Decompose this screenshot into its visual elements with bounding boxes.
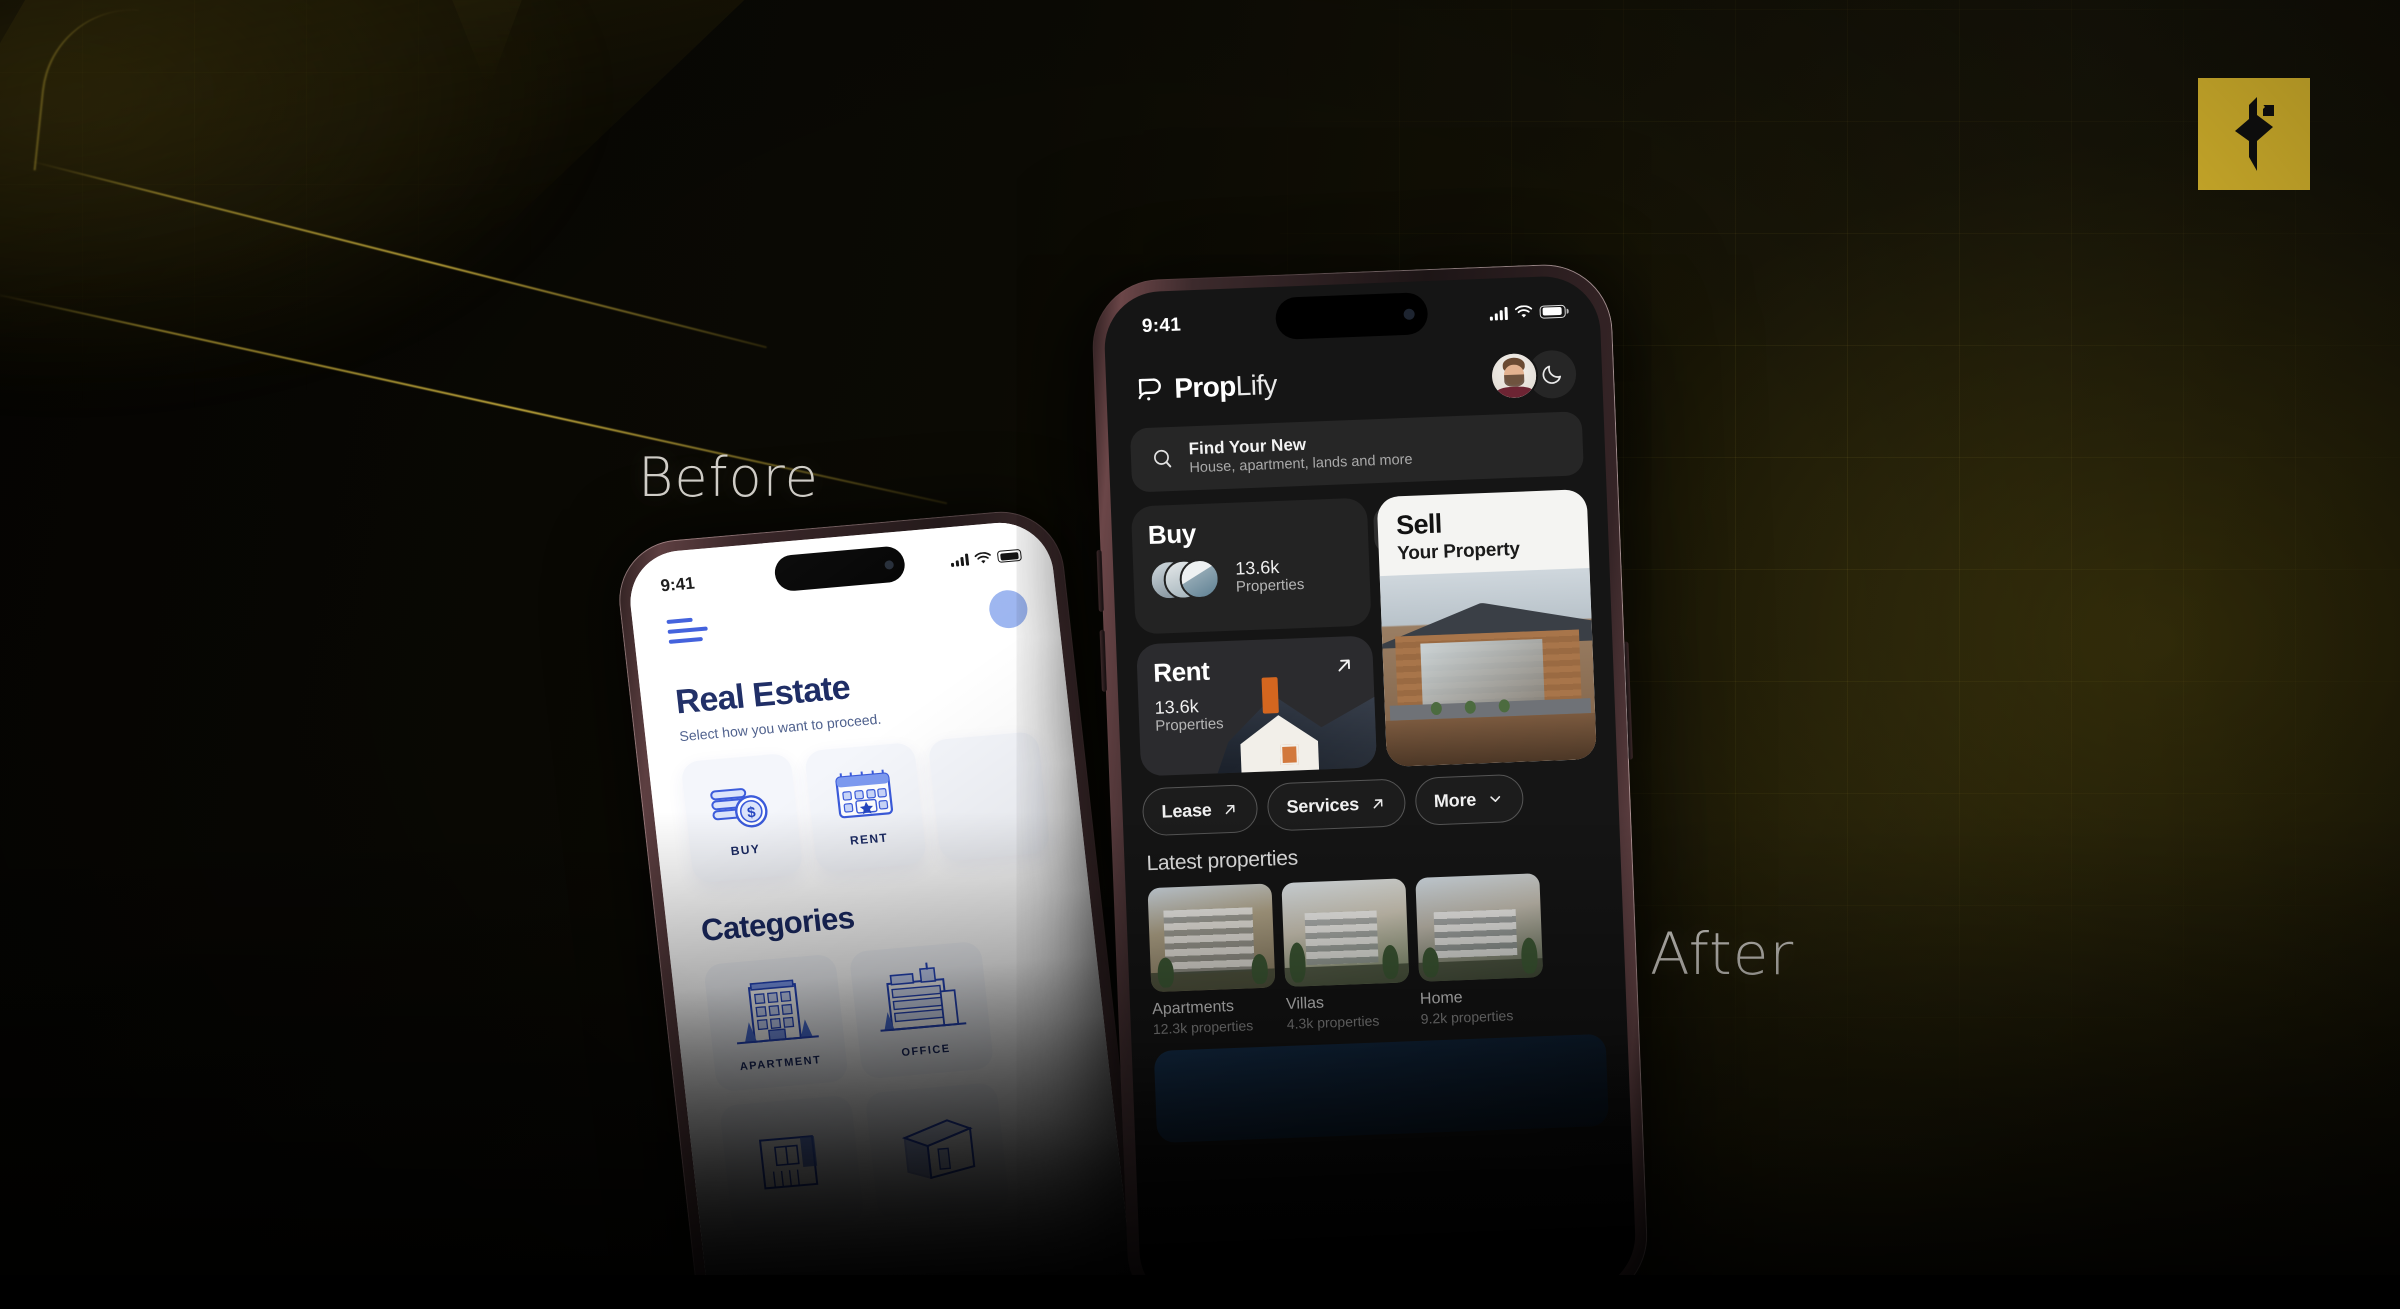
after-battery-icon	[1539, 304, 1566, 319]
after-phone-mockup: 9:41 PropLify Find Your New House, apart…	[1090, 262, 1650, 1309]
before-avatar[interactable]	[987, 588, 1030, 630]
chip-services[interactable]: Services	[1266, 778, 1406, 832]
latest-properties-list: Apartments 12.3k properties Villas 4.3k …	[1125, 858, 1627, 1038]
brand-logo-icon	[2235, 97, 2274, 171]
brand-name: PropLify	[1174, 369, 1278, 405]
before-battery-icon	[996, 548, 1023, 563]
rent-card[interactable]: Rent 13.6k Properties	[1136, 635, 1378, 777]
brand-name-light: Lify	[1235, 368, 1278, 402]
before-card-extra[interactable]	[927, 731, 1051, 862]
property-image-villas	[1281, 878, 1410, 988]
after-label: After	[1650, 920, 1795, 988]
warehouse-icon	[901, 1119, 976, 1180]
buy-card-thumbnails	[1148, 558, 1224, 601]
coins-dollar-icon: $	[710, 788, 768, 828]
chevron-down-icon	[1490, 796, 1500, 802]
chip-lease-label: Lease	[1161, 799, 1212, 822]
after-camera-icon	[1403, 308, 1415, 320]
before-cellular-bars-icon	[950, 553, 970, 568]
arrow-up-right-icon	[1373, 798, 1383, 808]
before-card-rent-label: RENT	[849, 830, 889, 848]
brand-logo: PropLify	[1136, 369, 1278, 406]
hamburger-menu-icon[interactable]	[666, 617, 709, 644]
before-status-time: 9:41	[659, 573, 696, 596]
before-card-rent[interactable]: RENT	[803, 741, 928, 873]
buy-card[interactable]: Buy 13.6k Properties	[1130, 497, 1422, 635]
house-icon	[758, 1135, 819, 1190]
before-category-apartment-label: APARTMENT	[739, 1054, 822, 1074]
sell-card-title: Sell	[1395, 508, 1443, 541]
before-label: Before	[638, 446, 819, 509]
before-category-warehouse[interactable]	[864, 1081, 1011, 1221]
moon-icon	[1542, 365, 1562, 384]
chip-more[interactable]: More	[1413, 773, 1524, 826]
chip-more-label: More	[1433, 789, 1477, 811]
buy-card-count-label: Properties	[1235, 575, 1305, 596]
after-main-cards: Buy 13.6k Properties Rent 13.6k Properti…	[1110, 474, 1617, 777]
property-count-villas: 4.3k properties	[1286, 1012, 1380, 1032]
before-category-apartment[interactable]: APARTMENT	[703, 953, 849, 1093]
bottom-promo-card[interactable]	[1153, 1033, 1609, 1144]
after-wifi-icon	[1514, 305, 1533, 318]
brand-badge[interactable]	[2198, 78, 2310, 190]
proplify-logo-icon	[1138, 378, 1161, 401]
sell-card-image	[1380, 568, 1597, 767]
property-name-villas: Villas	[1285, 994, 1325, 1013]
before-camera-icon	[884, 559, 895, 570]
chip-services-label: Services	[1286, 793, 1360, 817]
office-building-icon	[880, 962, 967, 1032]
arrow-up-right-icon	[1338, 659, 1351, 672]
property-count-home: 9.2k properties	[1420, 1007, 1514, 1027]
property-name-apartments: Apartments	[1151, 998, 1235, 1019]
arrow-up-right-icon	[1225, 804, 1235, 814]
user-avatar[interactable]	[1489, 350, 1540, 401]
apartment-building-icon	[736, 979, 819, 1045]
after-status-time: 9:41	[1141, 314, 1182, 338]
after-cellular-bars-icon	[1489, 306, 1508, 321]
bottom-black-band	[0, 1275, 2400, 1309]
property-name-home: Home	[1419, 989, 1463, 1008]
before-category-house[interactable]	[718, 1094, 865, 1234]
before-card-buy[interactable]: $ BUY	[680, 752, 804, 884]
property-card-home[interactable]: Home 9.2k properties	[1415, 873, 1545, 1027]
rent-card-title: Rent	[1152, 655, 1210, 688]
sell-card-subtitle: Your Property	[1396, 538, 1521, 565]
before-category-office[interactable]: OFFICE	[848, 940, 995, 1080]
after-dynamic-island	[1274, 292, 1429, 340]
buy-card-title: Buy	[1147, 518, 1197, 550]
before-category-office-label: OFFICE	[900, 1042, 952, 1060]
sell-card[interactable]: Sell Your Property	[1377, 489, 1597, 767]
after-phone-screen: 9:41 PropLify Find Your New House, apart…	[1102, 274, 1638, 1309]
rent-card-arrow-button[interactable]	[1333, 654, 1356, 682]
property-image-apartments	[1147, 883, 1276, 993]
property-image-home	[1415, 873, 1544, 982]
calendar-star-icon	[835, 769, 894, 819]
before-wifi-icon	[974, 551, 991, 563]
before-categories-grid: APARTMENT OFFICE	[669, 915, 1119, 1236]
scene: 9:41 Real Estate Select how you want to …	[0, 0, 2400, 1309]
brand-name-bold: Prop	[1173, 370, 1237, 404]
property-card-villas[interactable]: Villas 4.3k properties	[1281, 878, 1411, 1032]
property-count-apartments: 12.3k properties	[1152, 1017, 1254, 1038]
search-icon	[1154, 449, 1172, 468]
chip-lease[interactable]: Lease	[1141, 783, 1259, 837]
property-card-apartments[interactable]: Apartments 12.3k properties	[1147, 883, 1278, 1038]
before-card-buy-label: BUY	[730, 841, 762, 859]
